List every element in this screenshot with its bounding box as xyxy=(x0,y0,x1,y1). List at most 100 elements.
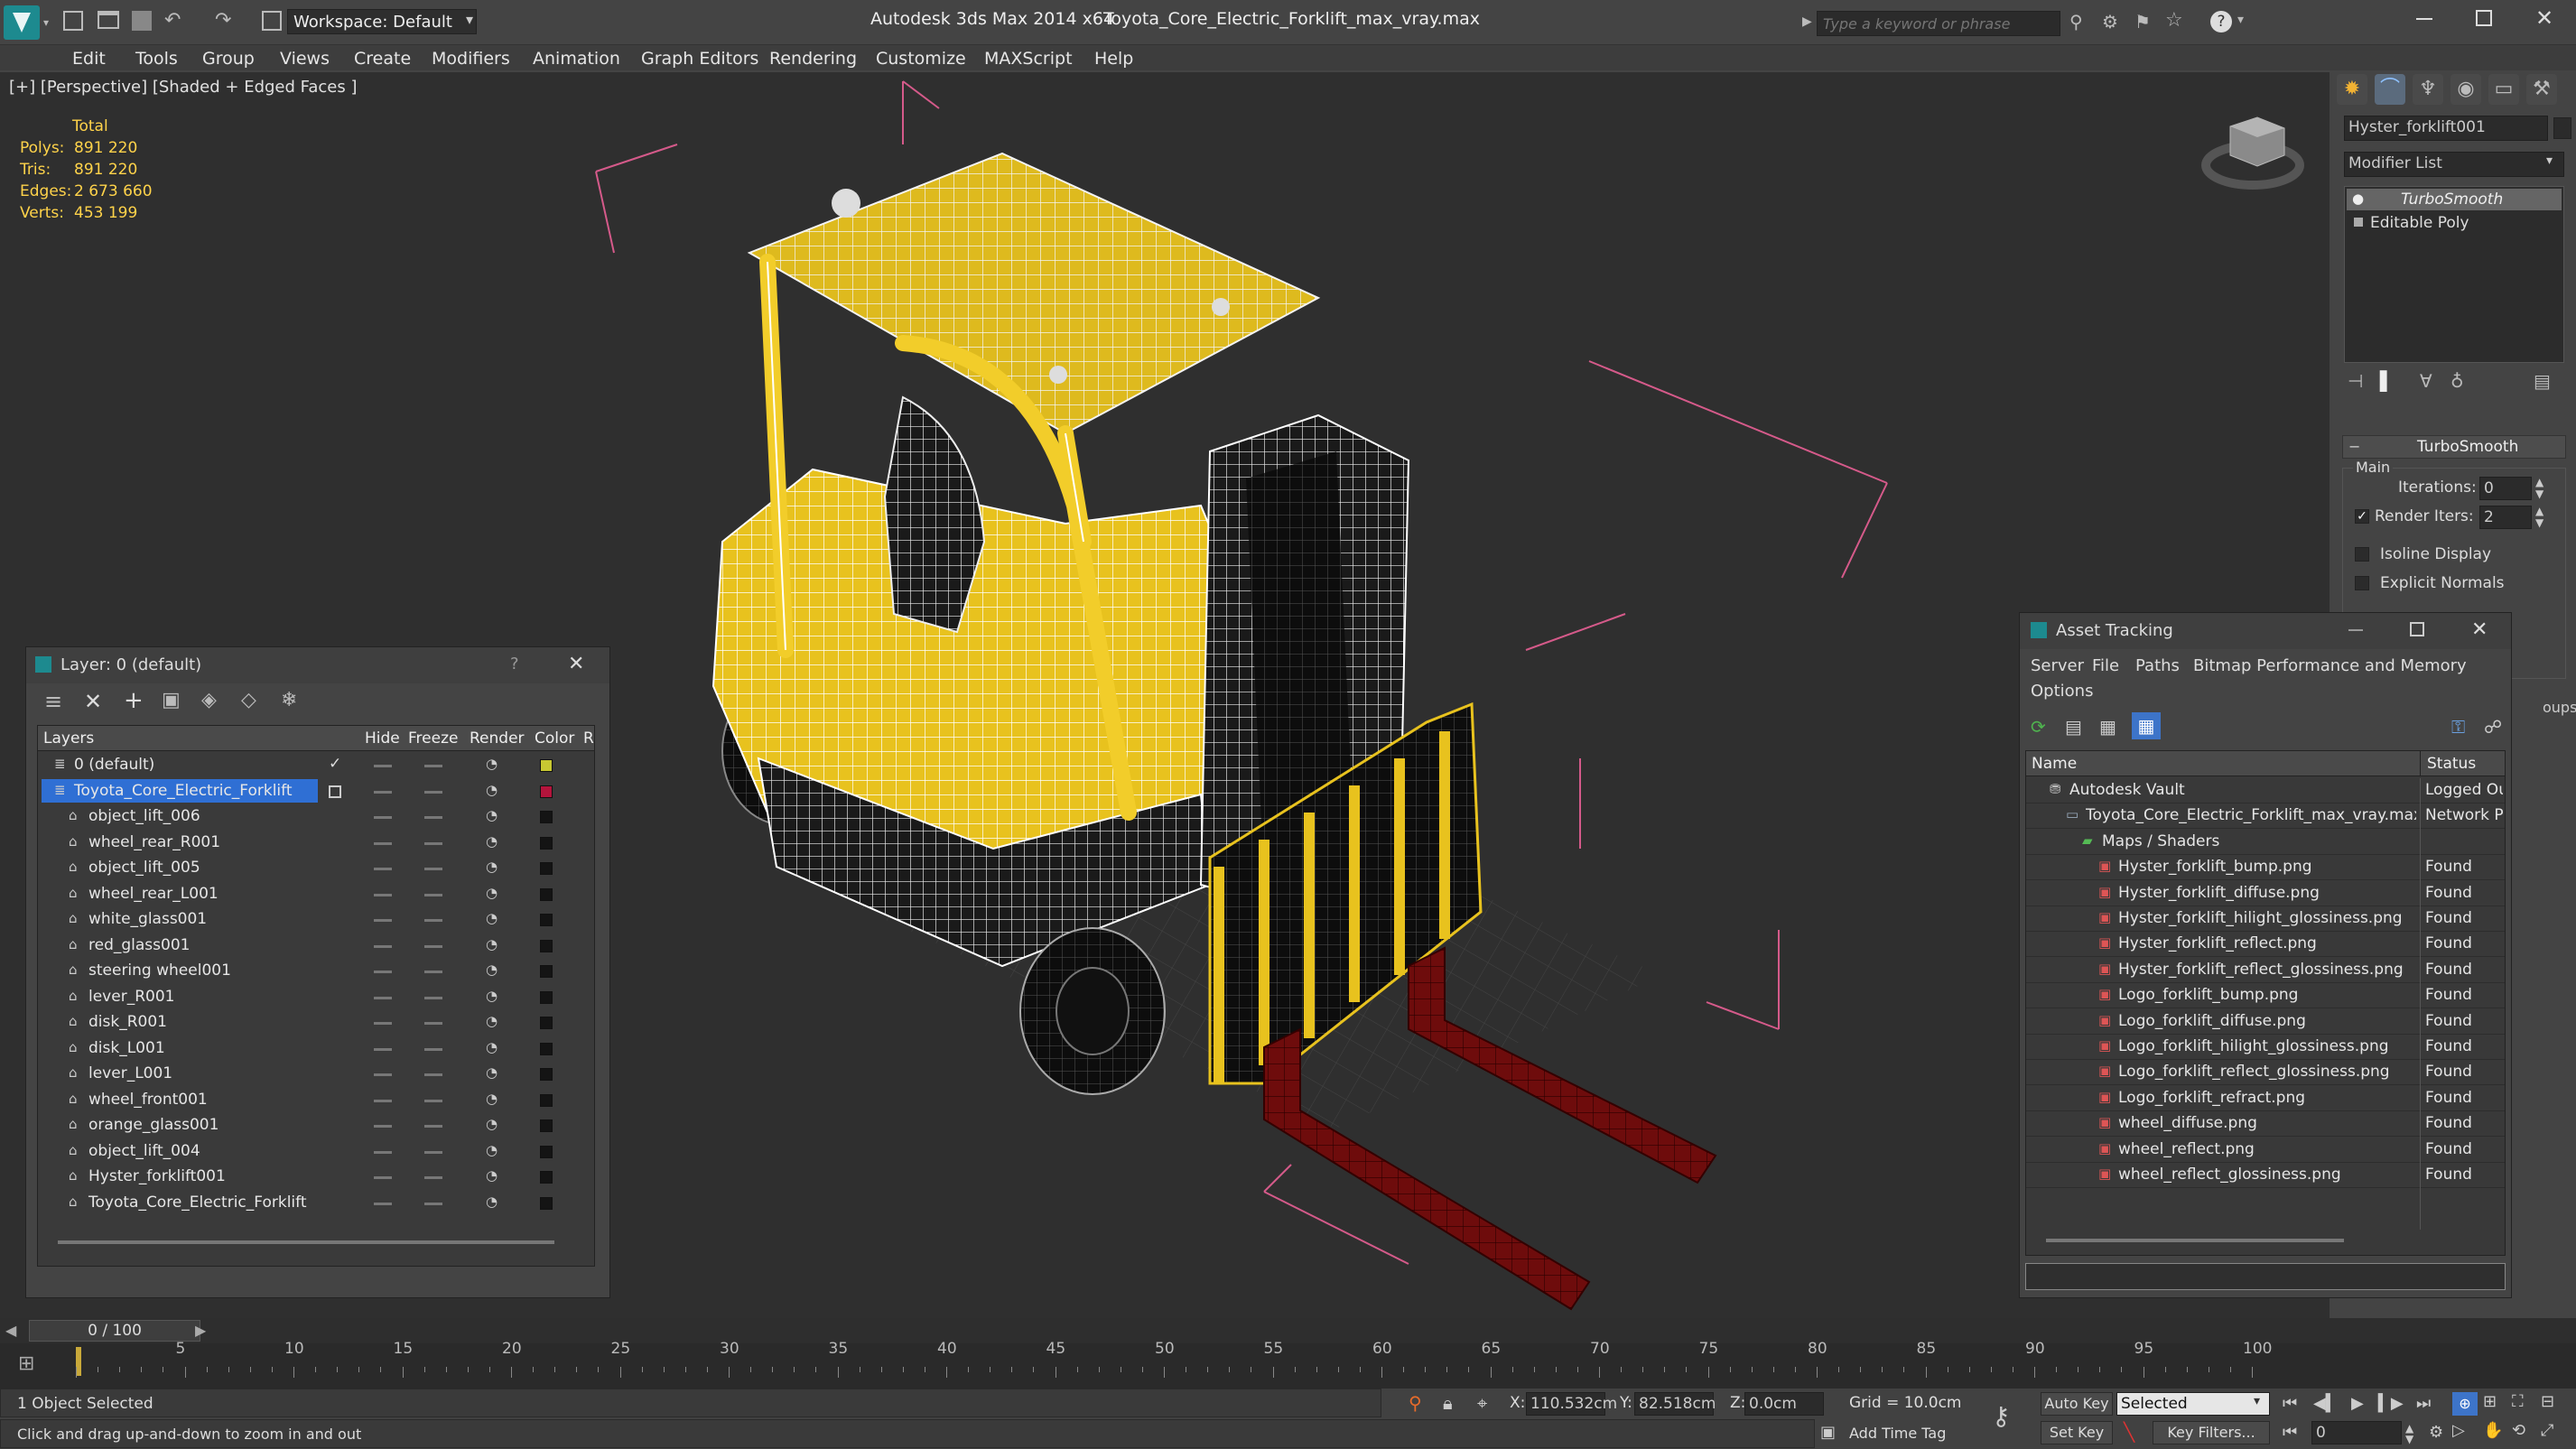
hide-toggle[interactable] xyxy=(374,996,392,999)
render-teapot-icon[interactable]: ◔ xyxy=(486,1013,498,1029)
hide-toggle[interactable] xyxy=(374,868,392,870)
asset-row[interactable]: ▣ wheel_diffuse.png Found xyxy=(2026,1111,2505,1138)
previous-frame-icon[interactable]: ◀▍ xyxy=(2313,1394,2339,1413)
hide-toggle[interactable] xyxy=(374,1099,392,1102)
layer-row[interactable]: ≣ 0 (default) ✓ ◔ xyxy=(38,753,594,778)
close-icon[interactable]: ✕ xyxy=(2471,618,2488,641)
explicit-normals-checkbox[interactable] xyxy=(2355,576,2369,590)
add-time-tag[interactable]: Add Time Tag xyxy=(1849,1425,1946,1442)
menu-create[interactable]: Create xyxy=(354,49,411,69)
menu-modifiers[interactable]: Modifiers xyxy=(432,49,510,69)
open-folder-icon[interactable] xyxy=(98,11,119,29)
layer-row[interactable]: ⌂ disk_L001 ◔ xyxy=(38,1036,594,1062)
col-color[interactable]: Color xyxy=(535,729,574,748)
menu-customize[interactable]: Customize xyxy=(876,49,966,69)
minimize-icon[interactable] xyxy=(2348,629,2363,631)
render-teapot-icon[interactable]: ◔ xyxy=(486,1091,498,1107)
time-configuration-icon[interactable]: ⚙ xyxy=(2429,1423,2443,1442)
freeze-toggle[interactable] xyxy=(424,1125,442,1128)
time-slider-thumb[interactable]: 0 / 100 xyxy=(29,1320,200,1342)
highlight-layer-icon[interactable]: ◈ xyxy=(201,689,217,711)
layer-row[interactable]: ⌂ white_glass001 ◔ xyxy=(38,907,594,933)
column-divider[interactable] xyxy=(2420,751,2421,776)
asset-menu-bitmap-performance[interactable]: Bitmap Performance and Memory xyxy=(2193,656,2467,675)
modifier-list-chevron-icon[interactable]: ▾ xyxy=(2546,153,2553,168)
hide-toggle[interactable] xyxy=(374,816,392,819)
layer-row[interactable]: ⌂ red_glass001 ◔ xyxy=(38,933,594,959)
freeze-toggle[interactable] xyxy=(424,971,442,973)
active-layer-check-icon[interactable]: ✓ xyxy=(329,755,341,773)
next-frame-icon[interactable]: ▍▶ xyxy=(2378,1394,2404,1413)
communication-icon[interactable]: ⚑ xyxy=(2134,11,2151,33)
asset-row[interactable]: ▣ Hyster_forklift_bump.png Found xyxy=(2026,855,2505,881)
freeze-toggle[interactable] xyxy=(424,816,442,819)
freeze-toggle[interactable] xyxy=(424,765,442,767)
hide-toggle[interactable] xyxy=(374,1047,392,1051)
turbosmooth-rollout-header[interactable]: − TurboSmooth xyxy=(2342,435,2566,459)
time-tag-icon[interactable]: ▣ xyxy=(1820,1423,1836,1442)
delete-layer-icon[interactable]: ✕ xyxy=(84,689,102,714)
layer-row[interactable]: ⌂ orange_glass001 ◔ xyxy=(38,1113,594,1138)
zoom-icon[interactable]: ⊕ xyxy=(2452,1392,2478,1416)
layer-color-swatch[interactable] xyxy=(540,785,553,798)
asset-row[interactable]: ⛃ Autodesk Vault Logged Ou xyxy=(2026,778,2505,803)
configure-modifier-sets-icon[interactable]: ▤ xyxy=(2534,370,2551,392)
selection-set-chevron-icon[interactable]: ▾ xyxy=(2254,1394,2260,1408)
layer-row[interactable]: ⌂ disk_R001 ◔ xyxy=(38,1010,594,1036)
hide-toggle[interactable] xyxy=(374,919,392,922)
freeze-toggle[interactable] xyxy=(424,893,442,896)
asset-row[interactable]: ▰ Maps / Shaders xyxy=(2026,830,2505,855)
asset-menu-server[interactable]: Server xyxy=(2031,656,2084,675)
zoom-extents-all-icon[interactable]: ⊟ xyxy=(2541,1392,2554,1411)
stack-item-editable-poly[interactable]: Editable Poly xyxy=(2347,212,2562,234)
menu-maxscript[interactable]: MAXScript xyxy=(984,49,1073,69)
asset-dialog-titlebar[interactable]: Asset Tracking ✕ xyxy=(2020,613,2511,649)
search-arrow-icon[interactable]: ▶ xyxy=(1802,14,1812,29)
modify-tab-icon[interactable]: ⌒ xyxy=(2375,74,2405,105)
zoom-all-icon[interactable]: ⊞ xyxy=(2483,1392,2497,1411)
make-unique-icon[interactable]: ∀ xyxy=(2420,370,2432,392)
key-mode-icon[interactable]: ╲ xyxy=(2124,1421,2134,1443)
layer-color-swatch[interactable] xyxy=(540,862,553,875)
asset-row[interactable]: ▣ Logo_forklift_refract.png Found xyxy=(2026,1086,2505,1111)
render-teapot-icon[interactable]: ◔ xyxy=(486,859,498,875)
freeze-toggle[interactable] xyxy=(424,1022,442,1025)
render-teapot-icon[interactable]: ◔ xyxy=(486,756,498,772)
col-hide[interactable]: Hide xyxy=(365,729,400,748)
maximize-icon[interactable] xyxy=(2476,10,2492,26)
asset-row[interactable]: ▣ Hyster_forklift_hilight_glossiness.png F… xyxy=(2026,906,2505,932)
asset-row[interactable]: ▭ Toyota_Core_Electric_Forklift_max_vray.… xyxy=(2026,803,2505,830)
workspace-chevron-icon[interactable]: ▾ xyxy=(466,11,473,28)
time-slider-prev-icon[interactable]: ◀ xyxy=(5,1322,16,1339)
hide-toggle[interactable] xyxy=(374,841,392,845)
render-teapot-icon[interactable]: ◔ xyxy=(486,833,498,850)
time-slider-track[interactable]: ◀ 0 / 100 ▶ xyxy=(0,1318,2576,1343)
set-current-layer-icon[interactable] xyxy=(329,785,341,798)
project-folder-icon[interactable] xyxy=(262,11,282,31)
menu-rendering[interactable]: Rendering xyxy=(769,49,857,69)
menu-edit[interactable]: Edit xyxy=(72,49,106,69)
new-file-icon[interactable] xyxy=(63,11,83,31)
pin-stack-icon[interactable]: ⊣ xyxy=(2348,370,2363,392)
select-objects-icon[interactable]: ▣ xyxy=(162,689,181,711)
maximize-viewport-icon[interactable]: ⤢ xyxy=(2541,1421,2553,1440)
help-icon[interactable]: ? xyxy=(510,655,519,673)
create-tab-icon[interactable]: ✹ xyxy=(2337,74,2367,105)
render-iters-spinner[interactable]: 2 xyxy=(2479,506,2532,529)
hide-toggle[interactable] xyxy=(374,1202,392,1205)
freeze-toggle[interactable] xyxy=(424,919,442,922)
freeze-toggle[interactable] xyxy=(424,841,442,845)
render-teapot-icon[interactable]: ◔ xyxy=(486,910,498,926)
layer-row[interactable]: ⌂ object_lift_005 ◔ xyxy=(38,856,594,881)
auto-key-button[interactable]: Auto Key xyxy=(2041,1392,2113,1416)
save-icon[interactable] xyxy=(132,11,152,31)
layer-color-swatch[interactable] xyxy=(540,1196,553,1210)
search-input[interactable] xyxy=(1817,11,2060,36)
layer-color-swatch[interactable] xyxy=(540,939,553,952)
selection-lock-icon[interactable]: 🔒︎ xyxy=(1443,1392,1453,1414)
hide-all-icon[interactable]: ◇ xyxy=(241,689,256,711)
render-teapot-icon[interactable]: ◔ xyxy=(486,1064,498,1081)
frame-spinner-arrows-icon[interactable]: ▲ ▼ xyxy=(2405,1423,2413,1444)
freeze-toggle[interactable] xyxy=(424,1099,442,1102)
create-layer-icon[interactable]: ≡ xyxy=(44,689,62,714)
